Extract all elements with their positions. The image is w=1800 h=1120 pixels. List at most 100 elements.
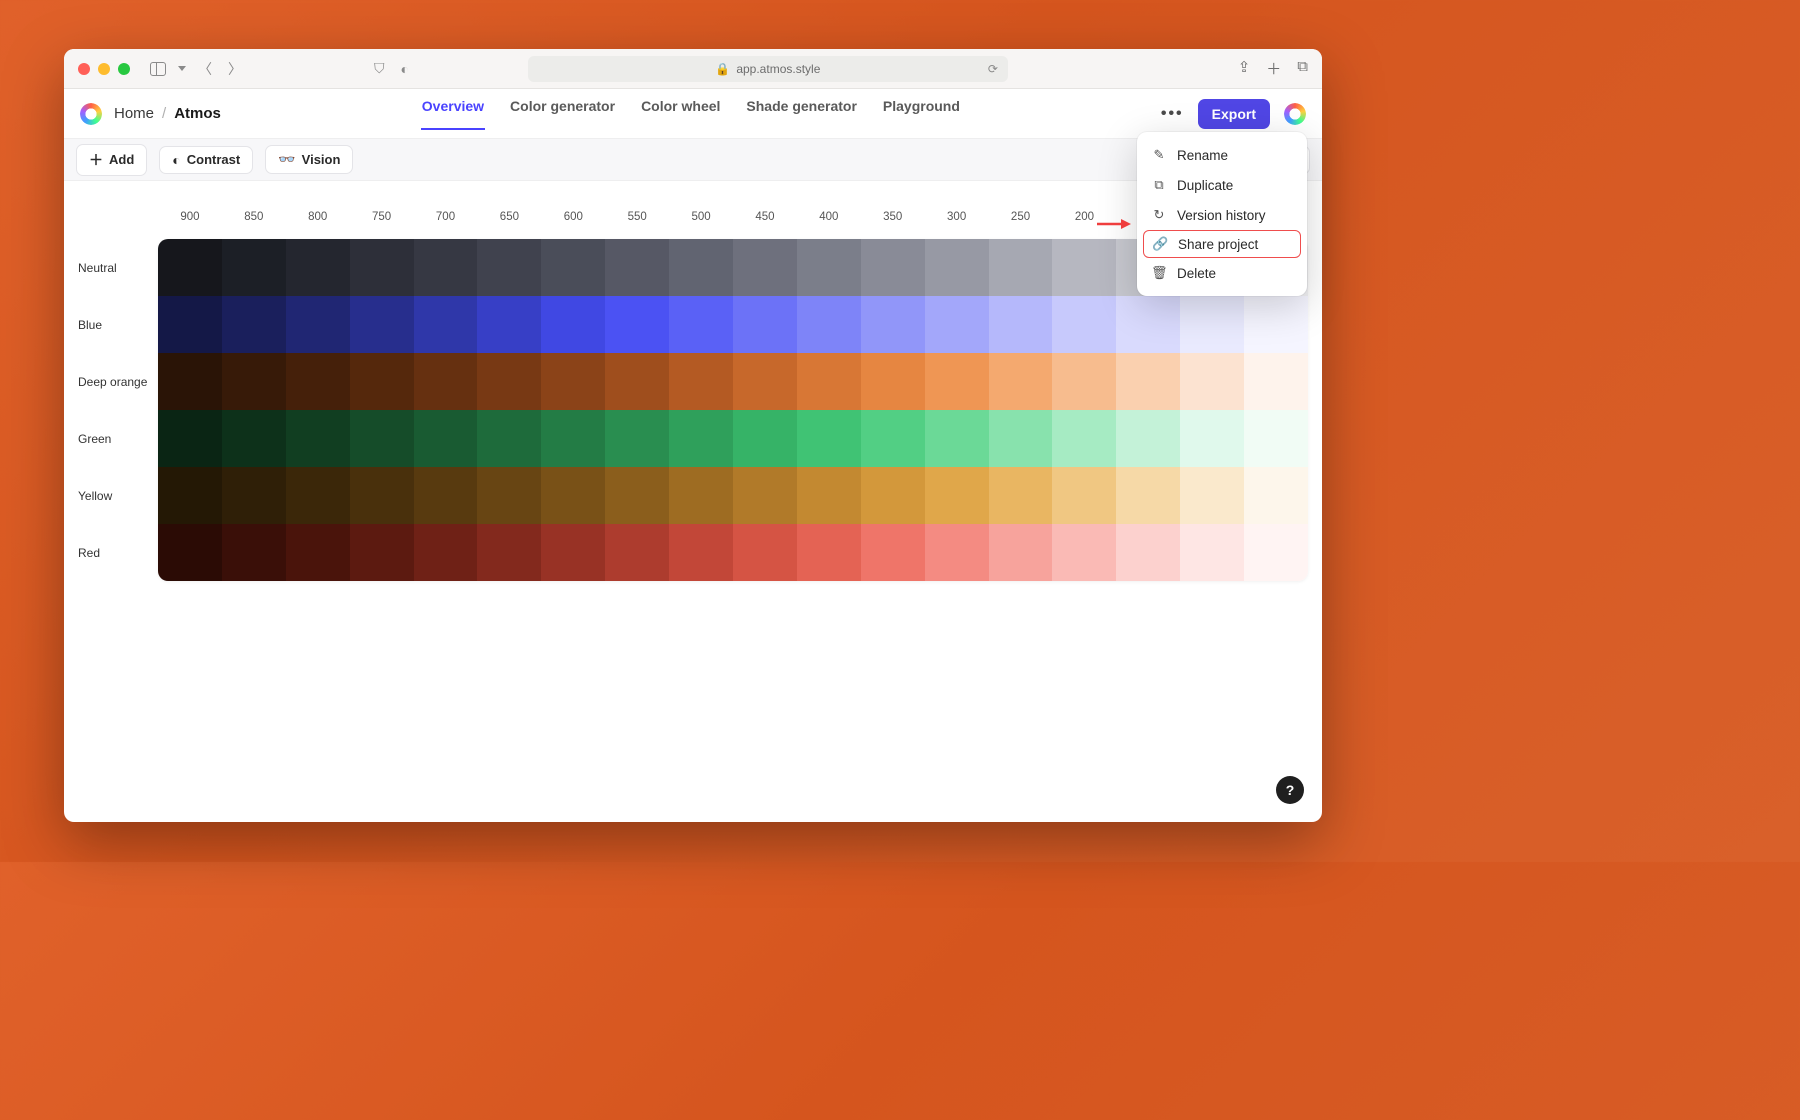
address-bar[interactable]: 🔒 app.atmos.style ⟳ xyxy=(528,56,1008,82)
swatch[interactable] xyxy=(925,410,989,467)
swatch[interactable] xyxy=(477,296,541,353)
swatch[interactable] xyxy=(286,467,350,524)
menu-item-duplicate[interactable]: ⧉Duplicate xyxy=(1137,170,1307,200)
help-button[interactable]: ? xyxy=(1276,776,1304,804)
swatch[interactable] xyxy=(350,410,414,467)
swatch[interactable] xyxy=(414,524,478,581)
swatch[interactable] xyxy=(605,296,669,353)
swatch[interactable] xyxy=(733,239,797,296)
swatch[interactable] xyxy=(669,467,733,524)
swatch[interactable] xyxy=(541,410,605,467)
swatch[interactable] xyxy=(1244,353,1308,410)
swatch[interactable] xyxy=(286,410,350,467)
swatch[interactable] xyxy=(1116,296,1180,353)
menu-item-version-history[interactable]: ↻Version history xyxy=(1137,200,1307,230)
swatch[interactable] xyxy=(222,524,286,581)
swatch[interactable] xyxy=(541,296,605,353)
swatch[interactable] xyxy=(414,296,478,353)
swatch[interactable] xyxy=(605,353,669,410)
swatch[interactable] xyxy=(541,239,605,296)
tab-shade-generator[interactable]: Shade generator xyxy=(745,98,857,130)
swatch[interactable] xyxy=(1180,524,1244,581)
swatch[interactable] xyxy=(1244,467,1308,524)
nav-back-button[interactable]: 〈 xyxy=(194,59,216,79)
swatch[interactable] xyxy=(477,239,541,296)
swatch[interactable] xyxy=(733,296,797,353)
swatch[interactable] xyxy=(861,296,925,353)
swatch[interactable] xyxy=(158,524,222,581)
swatch[interactable] xyxy=(733,353,797,410)
add-button[interactable]: ＋ Add xyxy=(76,144,147,176)
swatch[interactable] xyxy=(158,467,222,524)
swatch[interactable] xyxy=(1052,524,1116,581)
swatch[interactable] xyxy=(541,467,605,524)
swatch[interactable] xyxy=(1052,467,1116,524)
swatch[interactable] xyxy=(1052,239,1116,296)
swatch[interactable] xyxy=(350,239,414,296)
swatch[interactable] xyxy=(797,524,861,581)
swatch[interactable] xyxy=(286,296,350,353)
swatch[interactable] xyxy=(797,410,861,467)
reload-icon[interactable]: ⟳ xyxy=(988,62,998,76)
swatch[interactable] xyxy=(286,353,350,410)
tab-overview-icon[interactable]: ⧉ xyxy=(1297,58,1308,79)
avatar[interactable] xyxy=(1284,103,1306,125)
privacy-shield-icon[interactable]: ⛉ xyxy=(374,60,385,77)
swatch[interactable] xyxy=(350,524,414,581)
swatch[interactable] xyxy=(414,467,478,524)
swatch[interactable] xyxy=(797,296,861,353)
swatch[interactable] xyxy=(1244,524,1308,581)
tab-playground[interactable]: Playground xyxy=(882,98,961,130)
swatch[interactable] xyxy=(861,467,925,524)
swatch[interactable] xyxy=(989,239,1053,296)
swatch[interactable] xyxy=(1180,410,1244,467)
new-tab-icon[interactable]: ＋ xyxy=(1266,58,1281,79)
swatch[interactable] xyxy=(733,410,797,467)
swatch[interactable] xyxy=(158,353,222,410)
swatch[interactable] xyxy=(1116,410,1180,467)
swatch[interactable] xyxy=(222,353,286,410)
swatch[interactable] xyxy=(286,239,350,296)
menu-item-share-project[interactable]: 🔗Share project xyxy=(1143,230,1301,258)
app-logo-icon[interactable] xyxy=(80,103,102,125)
swatch[interactable] xyxy=(414,239,478,296)
swatch[interactable] xyxy=(1116,353,1180,410)
swatch[interactable] xyxy=(541,524,605,581)
swatch[interactable] xyxy=(477,410,541,467)
swatch[interactable] xyxy=(861,353,925,410)
share-icon[interactable]: ⇪ xyxy=(1238,58,1251,79)
swatch[interactable] xyxy=(1180,296,1244,353)
swatch[interactable] xyxy=(605,410,669,467)
swatch[interactable] xyxy=(797,353,861,410)
menu-item-delete[interactable]: 🗑Delete xyxy=(1137,258,1307,288)
swatch[interactable] xyxy=(797,239,861,296)
tab-color-wheel[interactable]: Color wheel xyxy=(640,98,721,130)
swatch[interactable] xyxy=(222,467,286,524)
swatch[interactable] xyxy=(669,524,733,581)
swatch[interactable] xyxy=(477,353,541,410)
swatch[interactable] xyxy=(222,239,286,296)
minimize-window-icon[interactable] xyxy=(98,63,110,75)
swatch[interactable] xyxy=(1052,296,1116,353)
swatch[interactable] xyxy=(925,296,989,353)
swatch[interactable] xyxy=(925,239,989,296)
swatch[interactable] xyxy=(669,239,733,296)
tab-overview[interactable]: Overview xyxy=(421,98,485,130)
swatch[interactable] xyxy=(925,353,989,410)
swatch[interactable] xyxy=(350,296,414,353)
site-settings-icon[interactable]: ◐ xyxy=(401,61,409,77)
swatch[interactable] xyxy=(286,524,350,581)
swatch[interactable] xyxy=(158,410,222,467)
breadcrumb-home[interactable]: Home xyxy=(114,105,154,122)
swatch[interactable] xyxy=(861,524,925,581)
swatch[interactable] xyxy=(605,239,669,296)
swatch[interactable] xyxy=(1052,410,1116,467)
swatch[interactable] xyxy=(1180,353,1244,410)
tab-color-generator[interactable]: Color generator xyxy=(509,98,616,130)
swatch[interactable] xyxy=(861,239,925,296)
vision-button[interactable]: 👓 Vision xyxy=(265,145,353,174)
swatch[interactable] xyxy=(222,410,286,467)
swatch[interactable] xyxy=(158,239,222,296)
swatch[interactable] xyxy=(414,410,478,467)
swatch[interactable] xyxy=(733,467,797,524)
